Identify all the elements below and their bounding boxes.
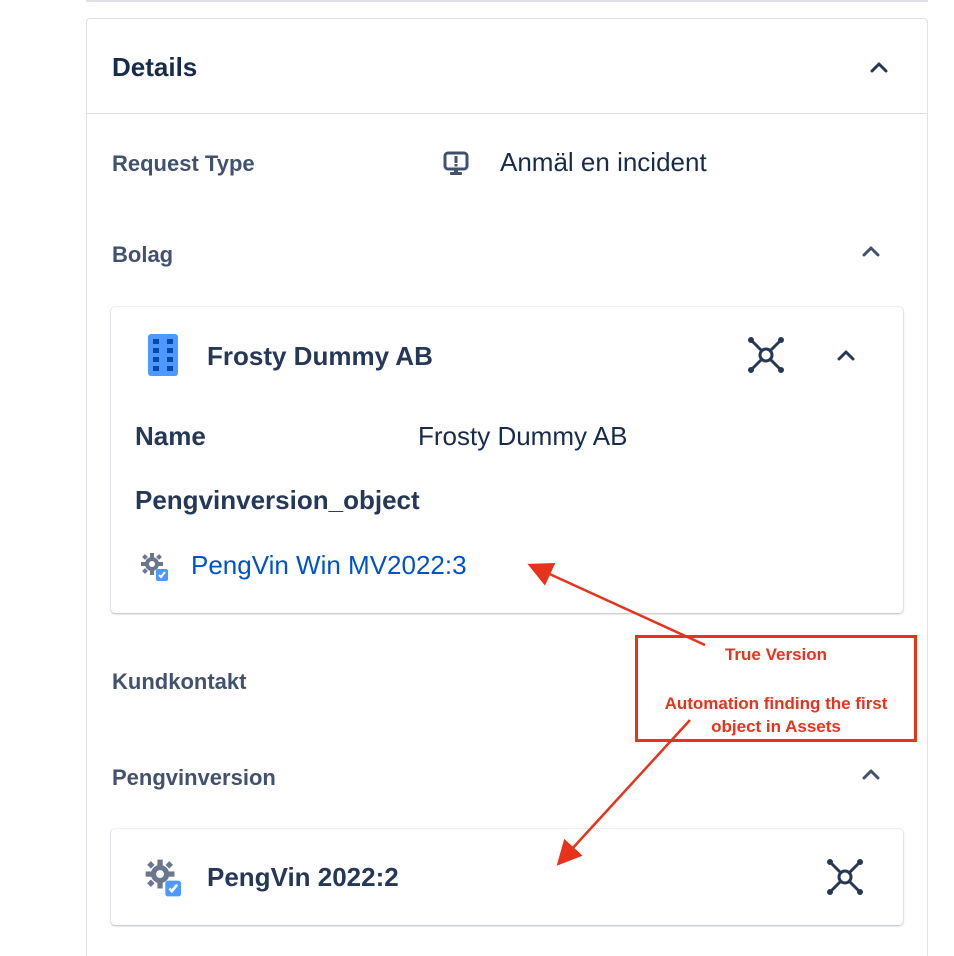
pengvinversion-card-title: PengVin 2022:2	[207, 862, 399, 892]
building-icon	[147, 333, 179, 377]
pengvinversion-label: Pengvinversion	[112, 765, 276, 790]
pengvinversion-object-card: PengVin 2022:2	[111, 829, 903, 925]
bolag-object-card: Frosty Dummy AB Name Frosty Dummy AB Pen…	[111, 307, 903, 613]
collapse-bolag-card-chevron-icon[interactable]	[831, 340, 861, 370]
collapse-details-chevron-icon[interactable]	[864, 52, 894, 82]
gear-icon	[139, 551, 171, 583]
top-divider	[86, 0, 928, 2]
annotation-line3: object in Assets	[711, 717, 841, 736]
collapse-pengvinversion-chevron-icon[interactable]	[856, 759, 886, 789]
bolag-label: Bolag	[112, 242, 174, 267]
details-header[interactable]: Details	[87, 19, 927, 114]
details-panel: Details Request Type Anmäl en incident B…	[86, 18, 928, 956]
graph-network-icon[interactable]	[823, 855, 867, 899]
pengvin-object-link[interactable]: PengVin Win MV2022:3	[191, 550, 467, 581]
bolag-card-title: Frosty Dummy AB	[207, 341, 433, 371]
monitor-alert-icon	[443, 151, 469, 177]
gear-icon	[143, 857, 185, 899]
pengvinversion-object-label: Pengvinversion_object	[135, 485, 420, 515]
details-title: Details	[112, 52, 198, 82]
annotation-true-version: True Version	[724, 645, 828, 664]
collapse-bolag-chevron-icon[interactable]	[856, 236, 886, 266]
annotation-box: True Version Automation finding the firs…	[635, 635, 917, 742]
request-type-value: Anmäl en incident	[500, 147, 707, 177]
name-field-value: Frosty Dummy AB	[418, 421, 628, 451]
request-type-label: Request Type	[112, 151, 255, 176]
name-field-label: Name	[135, 421, 206, 451]
graph-network-icon[interactable]	[744, 333, 788, 377]
kundkontakt-label: Kundkontakt	[112, 669, 247, 694]
annotation-line2: Automation finding the first	[664, 694, 888, 713]
